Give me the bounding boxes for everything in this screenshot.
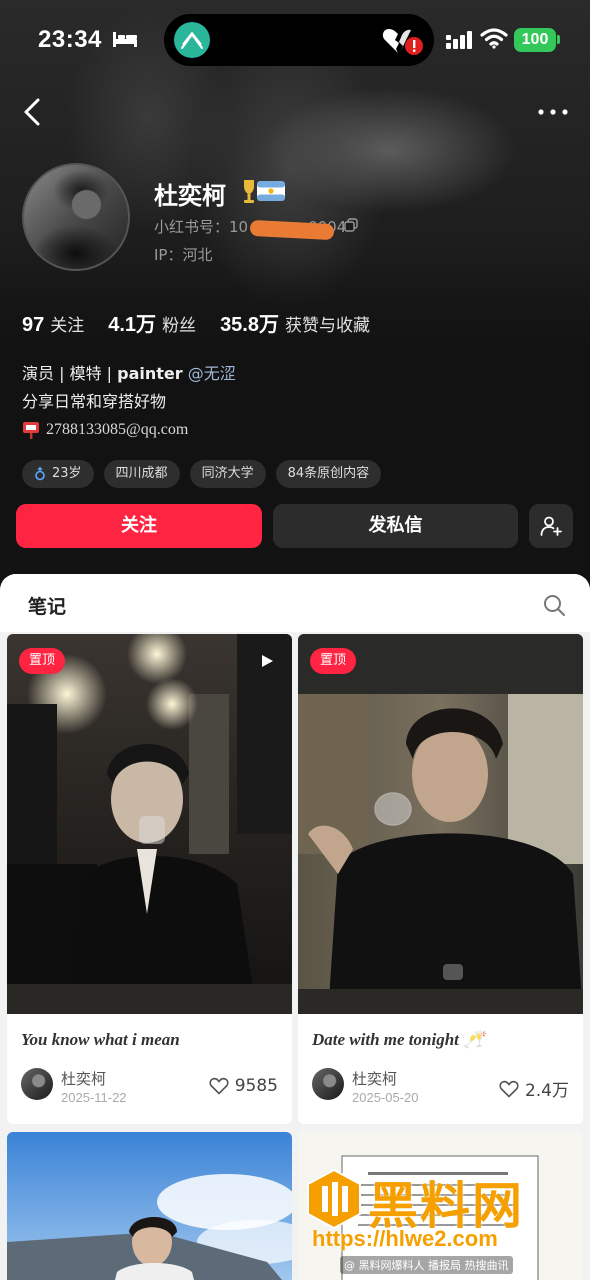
note-like-button[interactable]: 2.4万	[499, 1076, 569, 1101]
note-author-avatar[interactable]	[21, 1068, 53, 1100]
island-app-icon	[174, 22, 210, 58]
bio-painter: painter	[117, 364, 183, 383]
note-cover-image	[298, 634, 583, 1014]
watermark-logo	[307, 1168, 361, 1230]
bio-roles: 演员 | 模特 |	[22, 364, 118, 383]
more-options-button[interactable]	[536, 102, 570, 122]
note-cover-image	[7, 1132, 292, 1280]
stat-following-label: 关注	[50, 316, 85, 336]
note-date: 2025-05-20	[352, 1090, 419, 1105]
bio-email: 2788133085@qq.com	[22, 416, 236, 444]
tag-location[interactable]: 四川成都	[103, 460, 180, 488]
profile-avatar[interactable]	[22, 163, 130, 271]
note-title: You know what i mean	[21, 1030, 180, 1049]
bio-line-1: 演员 | 模特 | painter @无涩	[22, 360, 236, 388]
status-bar: 23:34 100	[0, 0, 590, 80]
tag-school[interactable]: 同济大学	[189, 460, 266, 488]
stat-likes[interactable]: 35.8万 获赞与收藏	[220, 308, 370, 337]
battery-tip	[557, 35, 560, 44]
watermark-overlay: 黑料网 https://hlwe2.com @ 黑料网爆料人 播报局 热搜曲讯	[300, 1166, 590, 1280]
stat-following-count: 97	[22, 314, 45, 336]
back-button[interactable]	[18, 96, 48, 128]
stat-followers-count: 4.1万	[108, 314, 157, 336]
dynamic-island[interactable]	[164, 14, 434, 66]
status-time: 23:34	[38, 26, 102, 53]
stat-followers[interactable]: 4.1万 粉丝	[108, 308, 196, 337]
pinned-badge: 置顶	[310, 648, 357, 674]
stat-likes-label: 获赞与收藏	[285, 316, 370, 336]
bio-line-2: 分享日常和穿搭好物	[22, 392, 167, 411]
follow-button[interactable]: 关注	[16, 504, 262, 548]
note-like-count: 2.4万	[524, 1081, 569, 1101]
add-user-icon	[540, 516, 562, 536]
note-like-count: 9585	[234, 1076, 278, 1096]
note-card[interactable]: 置顶 Date with me tonight 🥂 杜奕柯 2025-05-20…	[298, 634, 583, 1124]
search-icon[interactable]	[542, 593, 566, 617]
note-date: 2025-11-22	[61, 1090, 127, 1105]
copy-icon[interactable]	[344, 218, 358, 232]
pinned-badge: 置顶	[19, 648, 66, 674]
stat-following[interactable]: 97 关注	[22, 311, 84, 337]
bio-email-text: 2788133085@qq.com	[46, 421, 189, 438]
note-card[interactable]: 置顶 You know what i mean 杜奕柯 2025-11-22 9…	[7, 634, 292, 1124]
note-author-avatar[interactable]	[312, 1068, 344, 1100]
stat-followers-label: 粉丝	[162, 316, 197, 336]
trophy-flag-badge-icon[interactable]	[240, 176, 288, 206]
heart-icon	[209, 1077, 229, 1095]
mailbox-icon	[23, 422, 39, 439]
direct-message-button[interactable]: 发私信	[273, 504, 518, 548]
stat-likes-count: 35.8万	[220, 314, 279, 336]
battery-indicator: 100	[514, 28, 556, 52]
feed-tab-bar: 笔记	[0, 574, 590, 632]
note-author-name[interactable]: 杜奕柯	[352, 1068, 397, 1089]
note-like-button[interactable]: 9585	[209, 1076, 278, 1096]
tag-age[interactable]: 23岁	[22, 460, 94, 488]
video-play-icon	[262, 655, 273, 667]
watermark-url: https://hlwe2.com	[312, 1226, 498, 1251]
profile-tags: 23岁 四川成都 同济大学 84条原创内容	[22, 460, 391, 488]
signal-icon	[446, 31, 472, 49]
bed-icon	[113, 32, 137, 47]
tag-age-label: 23岁	[52, 466, 82, 481]
wifi-icon	[480, 28, 508, 49]
profile-bio: 演员 | 模特 | painter @无涩 分享日常和穿搭好物 27881330…	[22, 360, 236, 444]
note-cover-image	[7, 634, 292, 1014]
red-id-label: 小红书号：10	[154, 218, 249, 236]
heart-icon	[499, 1080, 519, 1098]
add-friend-button[interactable]	[529, 504, 573, 548]
tab-notes[interactable]: 笔记	[28, 592, 66, 619]
broken-heart-icon	[382, 29, 423, 55]
note-title: Date with me tonight 🥂	[312, 1030, 485, 1049]
note-author-name[interactable]: 杜奕柯	[61, 1068, 106, 1089]
male-icon	[35, 467, 45, 481]
bio-mention-link[interactable]: @无涩	[183, 364, 236, 383]
profile-nickname: 杜奕柯	[154, 182, 226, 210]
ip-location: IP：河北	[154, 246, 213, 264]
tag-original-content[interactable]: 84条原创内容	[275, 460, 382, 488]
note-card[interactable]	[7, 1132, 292, 1280]
profile-stats: 97 关注 4.1万 粉丝 35.8万 获赞与收藏	[22, 308, 394, 337]
watermark-caption: @ 黑料网爆料人 播报局 热搜曲讯	[340, 1256, 513, 1274]
